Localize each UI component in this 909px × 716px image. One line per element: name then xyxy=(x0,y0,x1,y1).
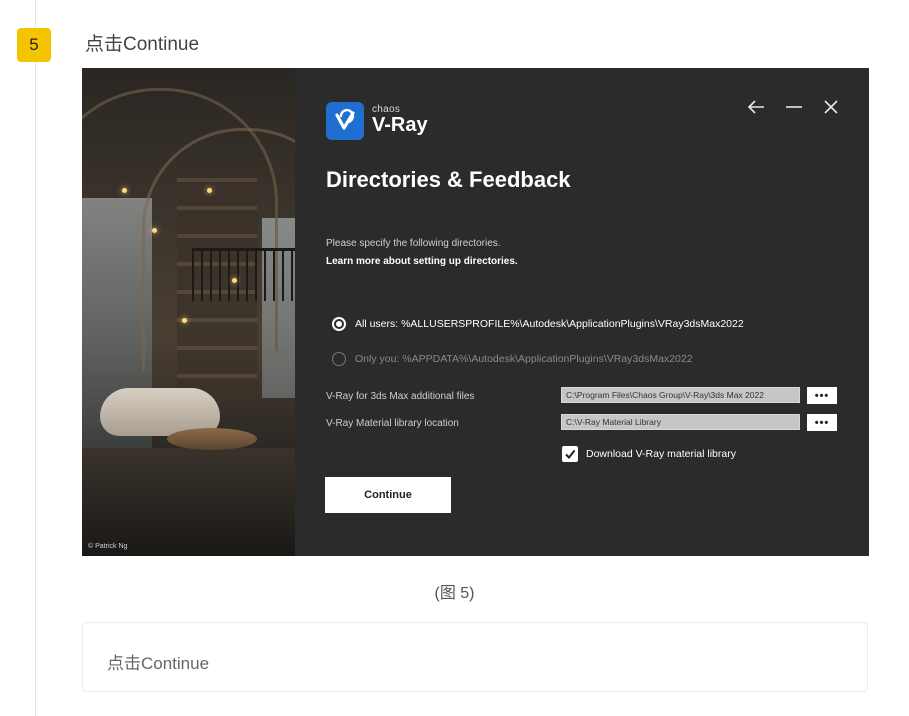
material-library-browse-button[interactable]: ••• xyxy=(807,414,837,431)
photo-credit: © Patrick Ng xyxy=(88,543,128,550)
radio-all-users[interactable]: All users: %ALLUSERSPROFILE%\Autodesk\Ap… xyxy=(332,317,744,331)
material-library-input[interactable] xyxy=(561,414,800,430)
additional-files-browse-button[interactable]: ••• xyxy=(807,387,837,404)
minimize-button[interactable] xyxy=(783,96,805,118)
arrow-left-icon xyxy=(747,100,764,114)
step-badge: 5 xyxy=(17,28,51,62)
download-library-label: Download V-Ray material library xyxy=(586,448,736,460)
continue-button[interactable]: Continue xyxy=(325,477,451,513)
download-library-checkbox[interactable] xyxy=(562,446,578,462)
interior-photo: © Patrick Ng xyxy=(82,68,295,556)
left-rule xyxy=(35,0,36,716)
page-title: Directories & Feedback xyxy=(326,167,571,192)
learn-more-link[interactable]: Learn more about setting up directories. xyxy=(326,256,518,267)
radio-only-you-label: Only you: %APPDATA%\Autodesk\Application… xyxy=(355,353,693,365)
minimize-icon xyxy=(786,106,802,108)
additional-files-label: V-Ray for 3ds Max additional files xyxy=(326,391,475,402)
radio-only-you[interactable]: Only you: %APPDATA%\Autodesk\Application… xyxy=(332,352,693,366)
radio-all-users-label: All users: %ALLUSERSPROFILE%\Autodesk\Ap… xyxy=(355,318,744,330)
intro-text: Please specify the following directories… xyxy=(326,238,501,249)
installer-window: © Patrick Ng chaos V-Ray Directories & F… xyxy=(82,68,869,556)
brand-name: V-Ray xyxy=(372,114,428,136)
close-icon xyxy=(824,100,838,114)
radio-unselected-icon xyxy=(332,352,346,366)
note-text: 点击Continue xyxy=(107,654,210,673)
figure-caption: (图 5) xyxy=(434,585,475,602)
checkmark-icon xyxy=(565,449,576,460)
radio-selected-icon xyxy=(332,317,346,331)
step-title: 点击Continue xyxy=(85,34,200,55)
close-button[interactable] xyxy=(820,96,842,118)
material-library-label: V-Ray Material library location xyxy=(326,418,459,429)
vray-logo-icon xyxy=(326,102,364,140)
back-button[interactable] xyxy=(745,96,767,118)
additional-files-input[interactable] xyxy=(561,387,800,403)
note-box: 点击Continue xyxy=(82,622,868,692)
